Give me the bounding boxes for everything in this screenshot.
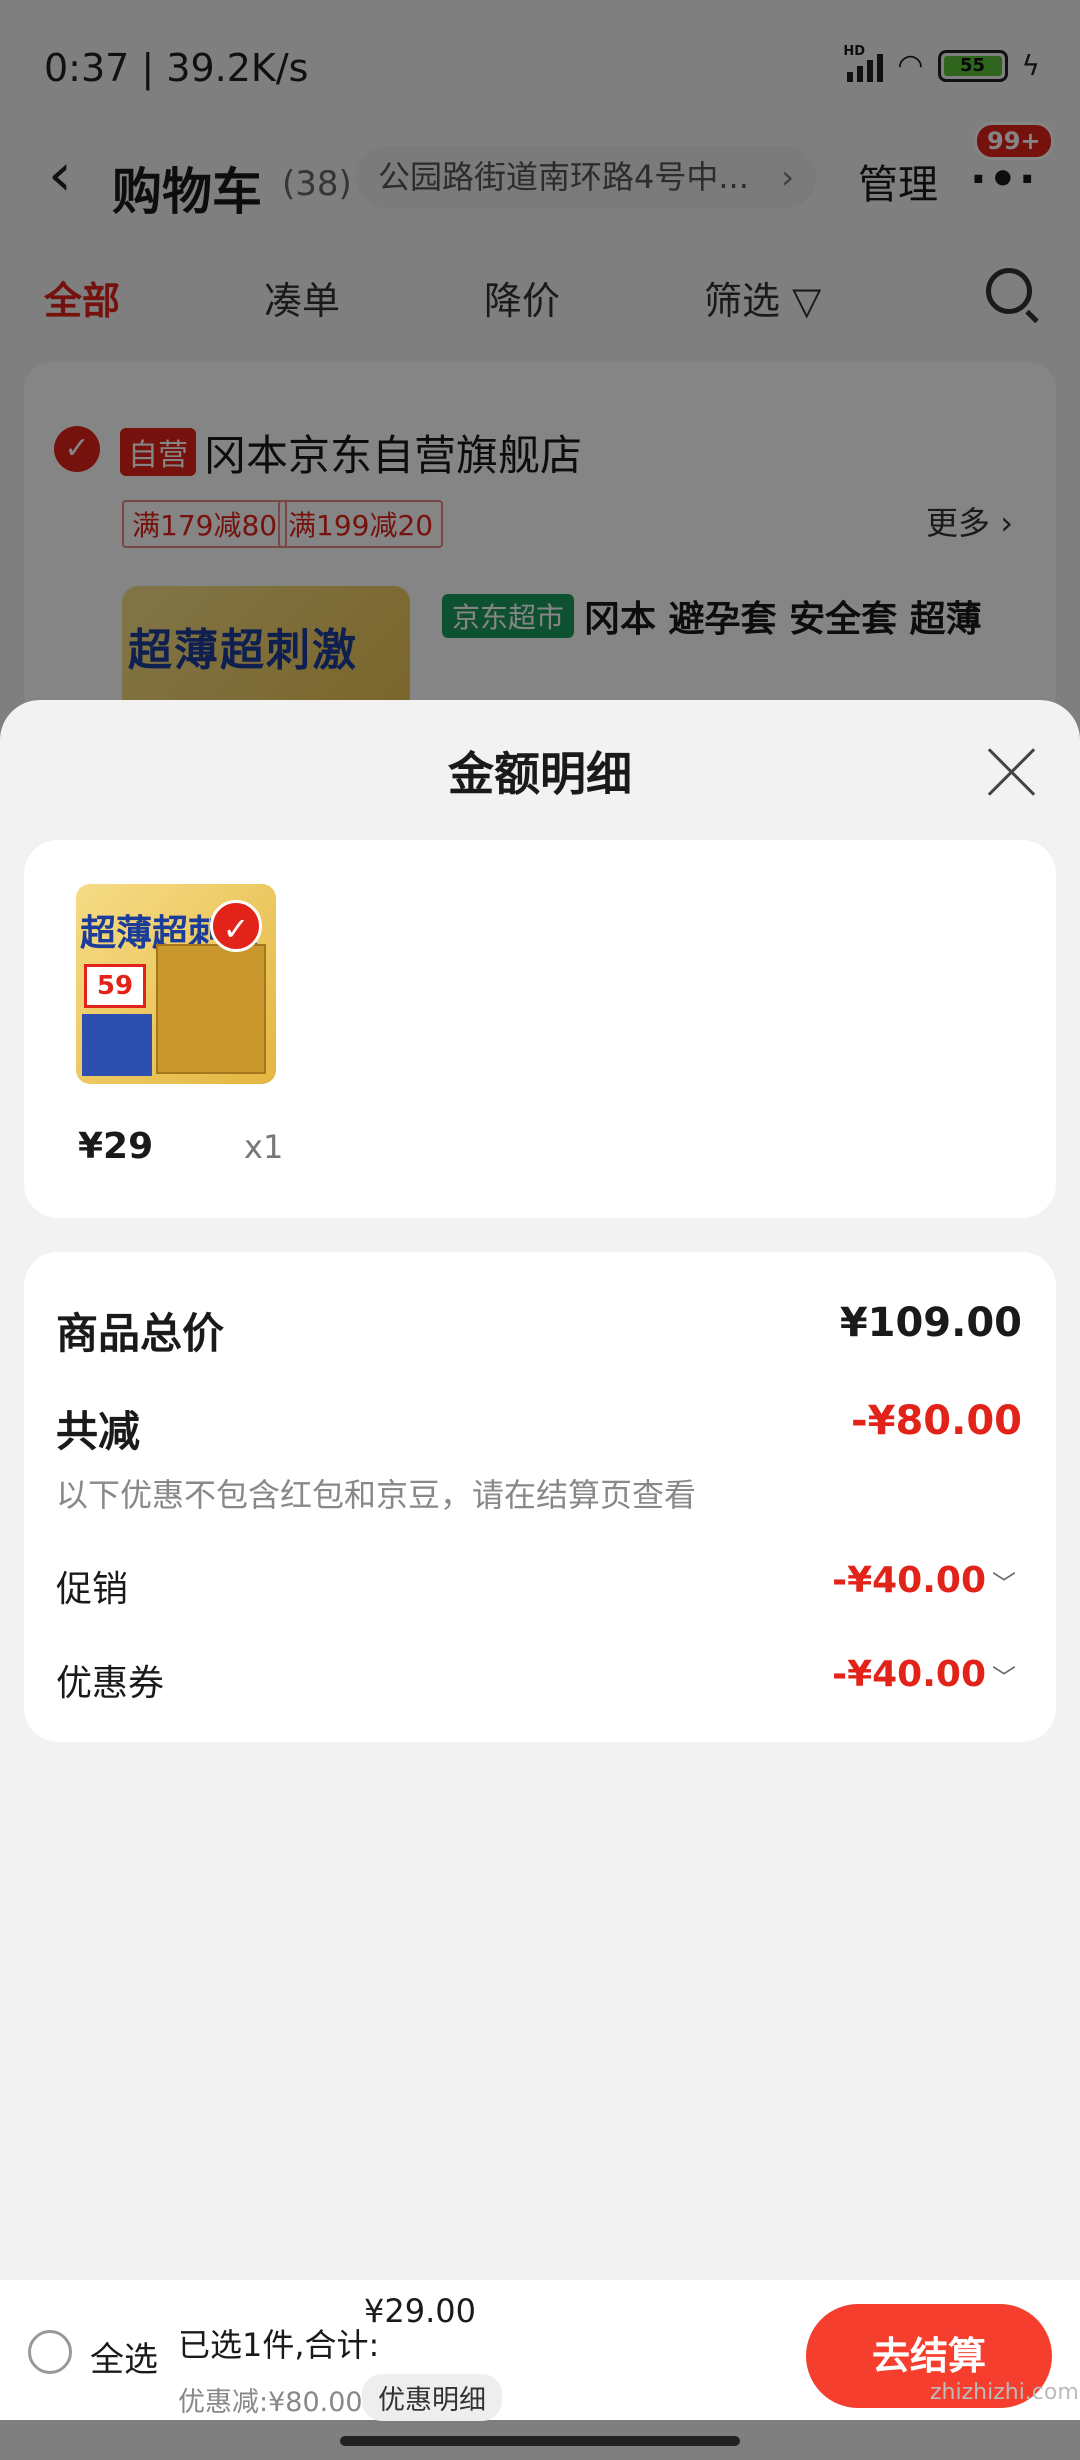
coupon-value: -¥40.00	[832, 1654, 986, 1695]
item-selected-icon: ✓	[210, 900, 262, 952]
promo-label: 促销	[56, 1569, 129, 1610]
total-amount: ¥29.00	[364, 2292, 476, 2330]
discount-summary: 优惠减:¥80.00	[178, 2387, 363, 2418]
discount-value: -¥80.00	[851, 1398, 1022, 1444]
discount-note: 以下优惠不包含红包和京豆，请在结算页查看	[56, 1476, 697, 1514]
checkout-bar: 全选 已选1件,合计: ¥29.00 优惠减:¥80.00 优惠明细 去结算	[0, 2280, 1080, 2421]
currency-symbol: ¥	[364, 2292, 385, 2330]
package-graphic	[156, 944, 266, 1074]
promo-value: -¥40.00	[832, 1560, 986, 1601]
chevron-down-icon: ﹀	[992, 1664, 1016, 1692]
discount-label: 共减	[56, 1407, 141, 1456]
selected-summary: 已选1件,合计:	[178, 2326, 380, 2364]
home-indicator[interactable]	[340, 2436, 740, 2446]
promo-row[interactable]: -¥40.00 ﹀	[832, 1560, 1016, 1601]
item-image-price: 59	[84, 964, 146, 1008]
items-card: 超薄超刺激 59 ✓ ¥29 x1	[24, 840, 1056, 1218]
item-price: ¥29	[78, 1126, 154, 1167]
total-decimal: .00	[425, 2292, 476, 2330]
amount-detail-sheet: 金额明细 超薄超刺激 59 ✓ ¥29 x1 商品总价 ¥109.00 共减 -…	[0, 700, 1080, 2280]
sheet-title: 金额明细	[448, 747, 632, 801]
package-graphic	[82, 1014, 152, 1076]
item-quantity: x1	[244, 1128, 284, 1166]
watermark: zhizhizhi.com	[930, 2380, 1079, 2405]
summary-card: 商品总价 ¥109.00 共减 -¥80.00 以下优惠不包含红包和京豆，请在结…	[24, 1252, 1056, 1742]
coupon-row[interactable]: -¥40.00 ﹀	[832, 1654, 1016, 1695]
total-label: 商品总价	[56, 1309, 225, 1358]
total-value: ¥109.00	[839, 1300, 1022, 1346]
discount-detail-button[interactable]: 优惠明细	[362, 2374, 502, 2421]
select-all-label[interactable]: 全选	[90, 2332, 158, 2381]
close-icon[interactable]	[984, 744, 1040, 800]
total-integer: 29	[384, 2292, 426, 2330]
select-all-radio[interactable]	[28, 2330, 72, 2374]
coupon-label: 优惠券	[56, 1663, 165, 1704]
chevron-down-icon: ﹀	[992, 1570, 1016, 1598]
